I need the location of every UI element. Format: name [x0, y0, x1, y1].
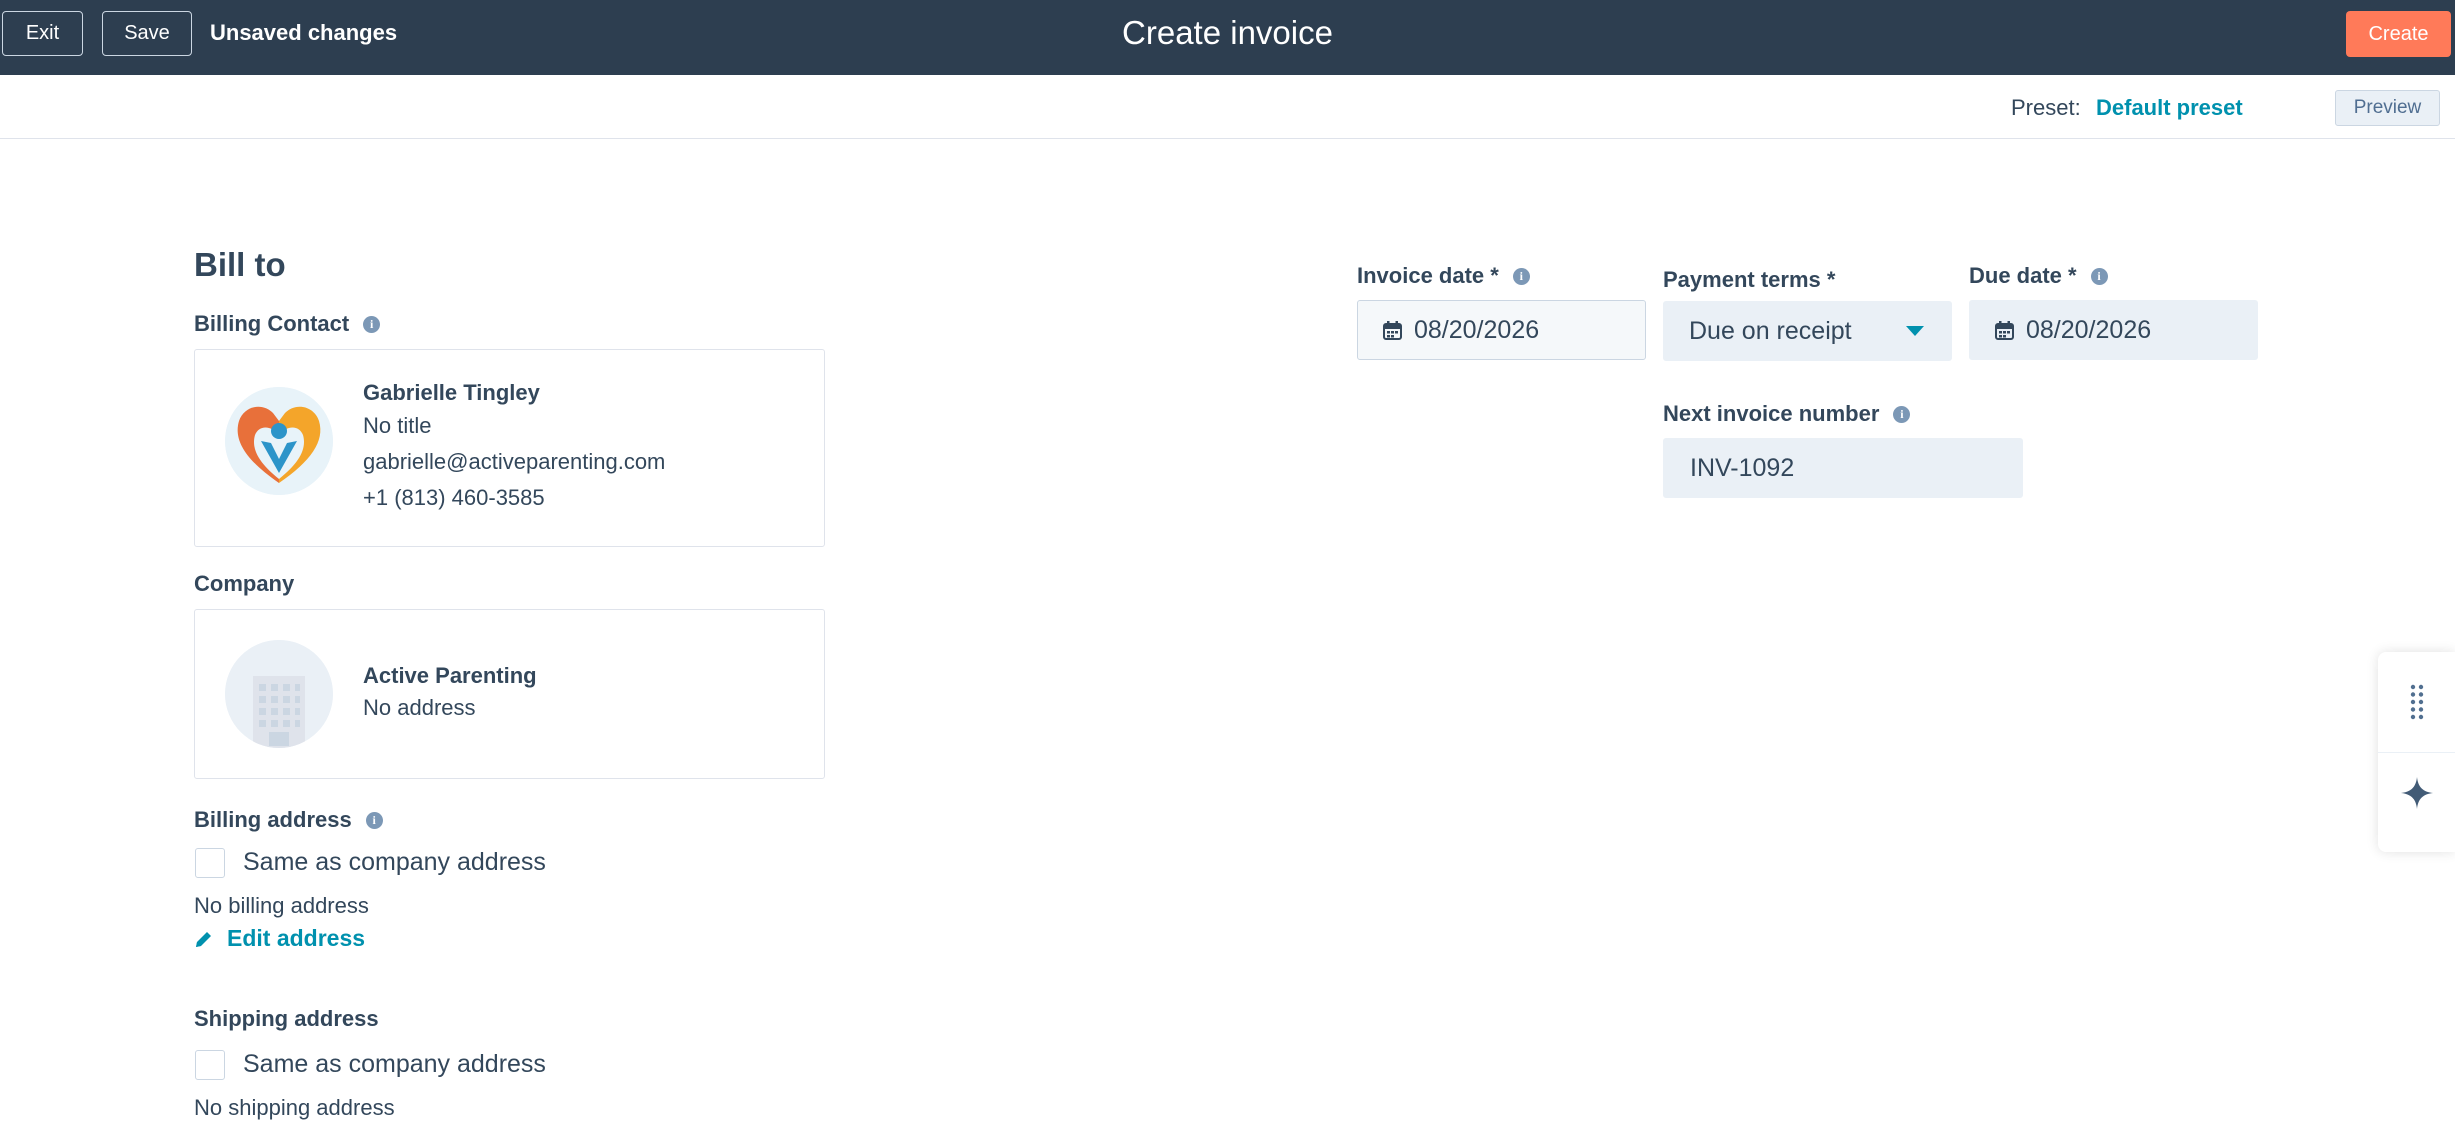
top-bar: Exit Save Unsaved changes Create invoice… [0, 0, 2455, 75]
due-date-value: 08/20/2026 [2026, 315, 2152, 344]
contact-email: gabrielle@activeparenting.com [363, 449, 666, 474]
billing-contact-label-text: Billing Contact [194, 311, 350, 336]
due-date-label-text: Due date * [1969, 263, 2077, 288]
billing-contact-card[interactable]: Gabrielle Tingley No title gabrielle@act… [194, 349, 825, 547]
bill-to-heading: Bill to [194, 246, 286, 283]
preview-button[interactable]: Preview [2335, 90, 2440, 126]
invoice-date-label: Invoice date * i [1357, 263, 1530, 289]
company-avatar [225, 640, 333, 748]
contact-phone: +1 (813) 460-3585 [363, 485, 545, 510]
building-icon [225, 640, 333, 748]
shipping-address-label: Shipping address [194, 1006, 379, 1031]
due-date-input[interactable]: 08/20/2026 [1969, 300, 2258, 360]
shipping-address-value: No shipping address [194, 1095, 395, 1120]
payment-terms-label: Payment terms * [1663, 267, 1836, 292]
edit-address-label: Edit address [227, 925, 366, 951]
invoice-date-value: 08/20/2026 [1414, 315, 1540, 344]
contact-name[interactable]: Gabrielle Tingley [363, 380, 540, 406]
next-invoice-number-label-text: Next invoice number [1663, 401, 1880, 426]
heart-logo-icon [225, 387, 333, 495]
calendar-icon [1383, 320, 1402, 340]
info-icon[interactable]: i [1893, 405, 1911, 423]
caret-down-icon [1906, 326, 1924, 336]
next-invoice-number-input[interactable]: INV-1092 [1663, 438, 2023, 498]
next-invoice-number-value: INV-1092 [1690, 453, 1795, 482]
billing-same-as-company-checkbox[interactable] [195, 848, 225, 878]
drag-handle-icon[interactable] [2405, 676, 2429, 728]
billing-address-label-text: Billing address [194, 807, 352, 832]
info-icon[interactable]: i [365, 811, 383, 829]
info-icon[interactable]: i [2090, 267, 2108, 285]
info-icon[interactable]: i [363, 315, 381, 333]
payment-terms-select[interactable]: Due on receipt [1663, 301, 1952, 361]
billing-address-value: No billing address [194, 893, 369, 918]
company-label: Company [194, 571, 295, 596]
side-panel-divider [2378, 752, 2455, 753]
company-card[interactable]: Active Parenting No address [194, 609, 825, 779]
page-title: Create invoice [1122, 14, 1333, 51]
due-date-label: Due date * i [1969, 263, 2108, 289]
billing-same-as-company-label[interactable]: Same as company address [243, 848, 546, 877]
pencil-icon [196, 931, 211, 947]
company-address: No address [363, 695, 476, 720]
sparkle-icon[interactable] [2400, 776, 2434, 810]
create-button[interactable]: Create [2346, 11, 2451, 57]
billing-contact-label: Billing Contact i [194, 311, 381, 337]
billing-address-label: Billing address i [194, 807, 383, 833]
contact-logo [225, 387, 333, 495]
contact-title: No title [363, 413, 432, 438]
side-tools-panel [2378, 652, 2455, 852]
preset-selector[interactable]: Default preset [2096, 95, 2243, 121]
edit-address-link[interactable]: Edit address [194, 925, 365, 952]
preset-bar: Preset: Default preset Preview [0, 75, 2455, 139]
invoice-date-input[interactable]: 08/20/2026 [1357, 300, 1646, 360]
company-name[interactable]: Active Parenting [363, 663, 537, 689]
shipping-same-as-company-checkbox[interactable] [195, 1050, 225, 1080]
next-invoice-number-label: Next invoice number i [1663, 401, 1911, 427]
invoice-date-label-text: Invoice date * [1357, 263, 1499, 288]
preset-label: Preset: [2011, 95, 2081, 120]
payment-terms-value: Due on receipt [1689, 316, 1852, 345]
info-icon[interactable]: i [1512, 267, 1530, 285]
shipping-same-as-company-label[interactable]: Same as company address [243, 1050, 546, 1079]
calendar-icon [1995, 320, 2014, 340]
